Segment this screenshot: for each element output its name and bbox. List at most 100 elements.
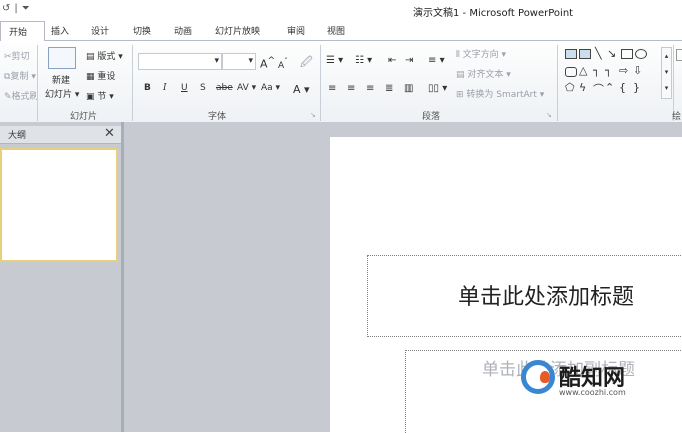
- new-slide-label-top[interactable]: 新建: [52, 73, 70, 86]
- rectangle-shape-icon[interactable]: [621, 49, 633, 59]
- columns-button[interactable]: ▯▯ ▾: [428, 83, 447, 94]
- layout-button[interactable]: ▤ 版式 ▾: [86, 49, 123, 62]
- align-left-button[interactable]: ≡: [328, 83, 336, 94]
- align-center-icon: ≡: [347, 83, 356, 94]
- outdent-icon: ⇤: [388, 55, 397, 66]
- increase-indent-button[interactable]: ⇥: [405, 55, 413, 66]
- font-color-button[interactable]: A ▾: [293, 83, 310, 96]
- distribute-icon: ▥: [404, 83, 414, 94]
- tab-slideshow[interactable]: 幻灯片放映: [215, 24, 260, 37]
- gallery-scroll[interactable]: ▴ ▾ ▾: [661, 47, 672, 99]
- textbox-shape-icon[interactable]: [565, 49, 577, 59]
- font-name-combobox[interactable]: ▾: [138, 53, 222, 70]
- clear-formatting-icon[interactable]: 🖉: [300, 53, 313, 74]
- text-direction-icon: ⫴: [456, 50, 460, 60]
- align-center-button[interactable]: ≡: [347, 83, 355, 94]
- convert-smartart-button[interactable]: ⊞ 转换为 SmartArt ▾: [456, 87, 544, 100]
- arc-shape-icon[interactable]: ⌒: [593, 81, 604, 97]
- left-brace-shape-icon[interactable]: {: [619, 81, 626, 94]
- ribbon-tabs: 开始 插入 设计 切换 动画 幻灯片放映 审阅 视图: [0, 21, 682, 41]
- bullets-button[interactable]: ☰ ▾: [326, 55, 343, 66]
- justify-icon: ≣: [385, 83, 394, 94]
- grow-font-button[interactable]: A^: [260, 55, 275, 71]
- reset-button[interactable]: ▦ 重设: [86, 69, 115, 82]
- dialog-launcher-icon[interactable]: ↘: [546, 111, 552, 119]
- curve-shape-icon[interactable]: ⌃: [605, 81, 614, 94]
- distribute-button[interactable]: ▥: [404, 83, 413, 94]
- arrange-icon[interactable]: [676, 49, 682, 61]
- title-bar: ↺ | ⏷ 演示文稿1 - Microsoft PowerPoint: [0, 0, 682, 21]
- numbering-icon: ☷: [355, 55, 364, 66]
- justify-button[interactable]: ≣: [385, 83, 393, 94]
- italic-button[interactable]: I: [163, 83, 167, 93]
- numbering-button[interactable]: ☷ ▾: [355, 55, 372, 66]
- redo-icon[interactable]: ↺: [2, 3, 10, 14]
- indent-icon: ⇥: [405, 55, 414, 66]
- watermark-url: www.coozhi.com: [559, 388, 626, 397]
- change-case-button[interactable]: Aa ▾: [261, 83, 280, 93]
- right-arrow-shape-icon[interactable]: ⇨: [619, 64, 628, 77]
- customize-qat-icon[interactable]: ⏷: [22, 3, 30, 14]
- columns-icon: ▯▯: [428, 83, 440, 94]
- line-spacing-button[interactable]: ≡ ▾: [428, 55, 445, 66]
- shadow-button[interactable]: S: [200, 83, 206, 93]
- elbow-arrow-icon[interactable]: ┐: [605, 64, 612, 77]
- font-size-combobox[interactable]: ▾: [222, 53, 256, 70]
- tab-review[interactable]: 审阅: [287, 24, 305, 37]
- text-direction-button[interactable]: ⫴ 文字方向 ▾: [456, 47, 506, 60]
- align-right-button[interactable]: ≡: [366, 83, 374, 94]
- down-arrow-shape-icon[interactable]: ⇩: [633, 64, 642, 77]
- tab-design[interactable]: 设计: [91, 24, 109, 37]
- right-brace-shape-icon[interactable]: }: [633, 81, 640, 94]
- group-separator: [557, 45, 558, 121]
- chevron-down-icon: ▾: [248, 56, 253, 66]
- slides-group-label: 幻灯片: [70, 112, 98, 122]
- chevron-down-icon: ▾: [214, 56, 219, 66]
- align-text-icon: ▤: [456, 70, 465, 80]
- section-button[interactable]: ▣ 节 ▾: [86, 89, 114, 102]
- lightning-shape-icon[interactable]: ϟ: [579, 81, 586, 94]
- tab-home[interactable]: 开始: [0, 21, 45, 41]
- pentagon-shape-icon[interactable]: ⬠: [565, 81, 575, 94]
- dialog-launcher-icon[interactable]: ↘: [310, 111, 316, 119]
- line-shape-icon[interactable]: ╲: [595, 47, 602, 60]
- new-slide-icon[interactable]: [48, 47, 76, 69]
- tab-view[interactable]: 视图: [327, 24, 345, 37]
- underline-button[interactable]: U: [181, 83, 188, 93]
- align-text-button[interactable]: ▤ 对齐文本 ▾: [456, 67, 511, 80]
- arrow-shape-icon[interactable]: ↘: [607, 47, 616, 60]
- triangle-shape-icon[interactable]: △: [579, 64, 587, 77]
- rounded-rect-shape-icon[interactable]: [565, 67, 577, 77]
- brush-icon: ✎: [4, 92, 12, 102]
- smartart-icon: ⊞: [456, 90, 464, 100]
- tab-transitions[interactable]: 切换: [133, 24, 151, 37]
- group-separator: [37, 45, 38, 121]
- watermark: 酷知网 www.coozhi.com: [521, 358, 671, 404]
- section-icon: ▣: [86, 92, 95, 102]
- format-painter-button[interactable]: ✎格式刷: [4, 89, 39, 102]
- char-spacing-button[interactable]: AV ▾: [237, 83, 256, 93]
- tab-outline[interactable]: 大纲: [8, 128, 26, 141]
- title-placeholder-text[interactable]: 单击此处添加标题: [458, 279, 634, 311]
- layout-icon: ▤: [86, 52, 95, 62]
- decrease-indent-button[interactable]: ⇤: [388, 55, 396, 66]
- slide-thumbnail[interactable]: [0, 148, 118, 262]
- shrink-font-button[interactable]: Aˇ: [278, 57, 288, 71]
- bold-button[interactable]: B: [144, 83, 151, 93]
- paragraph-group-label: 段落: [422, 112, 441, 122]
- vertical-textbox-shape-icon[interactable]: [579, 49, 591, 59]
- cut-button[interactable]: ✂剪切: [4, 49, 30, 62]
- drawing-group-label: 绘: [672, 112, 682, 122]
- shapes-gallery[interactable]: ╲ ↘ △ ┐ ┐ ⇨ ⇩ ⬠ ϟ ⌒ ⌃ { }: [563, 47, 659, 97]
- tab-insert[interactable]: 插入: [51, 24, 69, 37]
- close-icon[interactable]: ✕: [104, 126, 115, 141]
- new-slide-label-bottom[interactable]: 幻灯片 ▾: [45, 87, 79, 100]
- separator: |: [14, 3, 18, 14]
- elbow-connector-icon[interactable]: ┐: [593, 64, 600, 77]
- strikethrough-button[interactable]: abe: [216, 83, 233, 93]
- copy-button[interactable]: ⧉复制 ▾: [4, 69, 36, 82]
- font-group-label: 字体: [208, 112, 227, 122]
- watermark-logo-icon: [521, 360, 555, 394]
- oval-shape-icon[interactable]: [635, 49, 647, 59]
- tab-animations[interactable]: 动画: [174, 24, 192, 37]
